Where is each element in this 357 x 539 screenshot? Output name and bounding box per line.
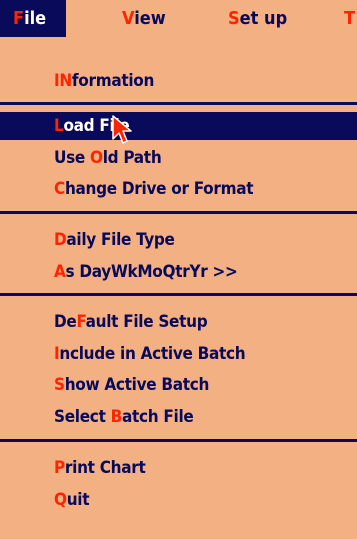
information-hotkey: IN (54, 71, 72, 91)
menu-divider (0, 211, 357, 214)
menu-view-label: iew (134, 8, 166, 29)
use-old-path-hotkey: O (90, 148, 103, 168)
quit-label: uit (66, 490, 90, 510)
menu-setup-label: et up (239, 8, 288, 29)
menu-item-use-old-path[interactable]: Use Old Path (0, 144, 357, 172)
use-old-path-label: ld Path (102, 148, 162, 168)
default-setup-hotkey: F (76, 312, 86, 332)
daily-file-type-label: aily File Type (66, 230, 175, 250)
menu-item-quit[interactable]: Quit (0, 486, 357, 514)
menu-item-include-batch[interactable]: Include in Active Batch (0, 340, 357, 368)
menu-file[interactable]: File (0, 0, 66, 37)
file-dropdown-menu: INformation Load File Use Old Path Chang… (0, 37, 357, 539)
show-batch-label: how Active Batch (64, 375, 210, 395)
information-label: formation (71, 71, 155, 91)
default-setup-label: ault File Setup (85, 312, 208, 332)
select-batch-pre: Select (54, 407, 111, 427)
menu-divider (0, 102, 357, 105)
menu-view[interactable]: View (122, 0, 166, 37)
menu-item-as-day[interactable]: As DayWkMoQtrYr >> (0, 258, 357, 286)
menu-item-default-setup[interactable]: DeFault File Setup (0, 308, 357, 336)
as-day-hotkey: A (54, 262, 66, 282)
change-drive-hotkey: C (54, 179, 65, 199)
menu-item-show-batch[interactable]: Show Active Batch (0, 371, 357, 399)
menu-setup-hotkey: S (228, 8, 240, 29)
select-batch-label: atch File (121, 407, 194, 427)
menu-item-change-drive[interactable]: Change Drive or Format (0, 175, 357, 203)
menu-item-daily-file-type[interactable]: Daily File Type (0, 226, 357, 254)
print-chart-hotkey: P (54, 458, 65, 478)
menu-setup[interactable]: Set up (228, 0, 287, 37)
menu-truncated[interactable]: T (344, 0, 355, 37)
menu-item-select-batch[interactable]: Select Batch File (0, 403, 357, 431)
daily-file-type-hotkey: D (54, 230, 67, 250)
load-file-label: oad File (63, 116, 130, 136)
as-day-label: s DayWkMoQtrYr >> (65, 262, 238, 282)
menu-item-information[interactable]: INformation (0, 67, 357, 95)
include-batch-label: nclude in Active Batch (59, 344, 246, 364)
quit-hotkey: Q (54, 490, 67, 510)
use-old-path-pre: Use (54, 148, 91, 168)
menu-file-label: ile (24, 8, 47, 29)
show-batch-hotkey: S (54, 375, 65, 395)
select-batch-hotkey: B (110, 407, 123, 427)
menu-divider (0, 439, 357, 442)
menu-divider (0, 293, 357, 296)
menu-view-hotkey: V (122, 8, 135, 29)
menu-item-print-chart[interactable]: Print Chart (0, 454, 357, 482)
change-drive-label: hange Drive or Format (64, 179, 254, 199)
default-setup-pre: De (54, 312, 77, 332)
menu-item-load-file[interactable]: Load File (0, 112, 357, 140)
menu-bar: File View Set up T (0, 0, 357, 37)
menu-file-hotkey: F (13, 8, 25, 29)
menu-truncated-hotkey: T (344, 8, 356, 29)
print-chart-label: rint Chart (64, 458, 146, 478)
